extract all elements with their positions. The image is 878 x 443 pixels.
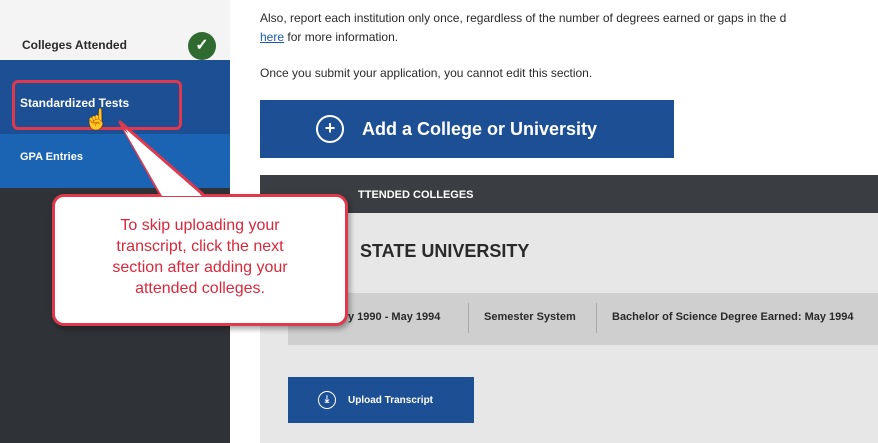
callout-line: attended colleges. <box>135 280 265 297</box>
instruction-callout: To skip uploading your transcript, click… <box>52 194 348 326</box>
callout-line: section after adding your <box>112 259 288 276</box>
callout-line: transcript, click the next <box>116 238 284 255</box>
callout-line: To skip uploading your <box>120 217 280 234</box>
